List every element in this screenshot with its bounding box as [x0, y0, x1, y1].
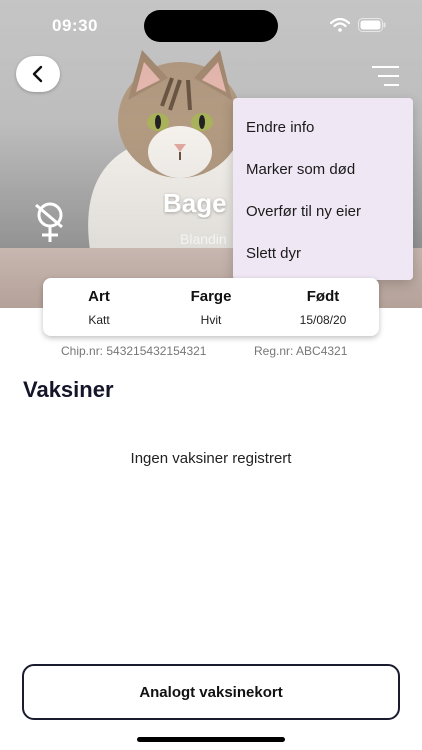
chip-number: Chip.nr: 543215432154321 [61, 344, 207, 358]
info-born: Født 15/08/20 [267, 278, 379, 336]
info-label: Art [88, 288, 110, 305]
camera-notch [144, 10, 278, 42]
info-value: Hvit [200, 313, 222, 327]
menu-icon[interactable] [368, 62, 402, 90]
info-label: Farge [190, 288, 232, 305]
info-value: 15/08/20 [299, 313, 347, 327]
chevron-left-icon [32, 65, 43, 83]
wifi-icon [330, 18, 350, 32]
vaccines-empty-message: Ingen vaksiner registrert [130, 450, 292, 467]
vaccines-title: Vaksiner [23, 377, 114, 402]
pet-name: Bage [163, 188, 227, 218]
status-time: 09:30 [52, 16, 98, 35]
pet-info-card: Art Katt Farge Hvit Født 15/08/20 [43, 278, 379, 336]
female-gender-icon [35, 202, 63, 242]
info-value: Katt [88, 313, 110, 327]
registration-number: Reg.nr: ABC4321 [254, 344, 348, 358]
battery-icon [358, 18, 386, 32]
info-color: Farge Hvit [155, 278, 267, 336]
menu-item-transfer-owner[interactable]: Overfør til ny eier [233, 190, 413, 232]
back-button[interactable] [16, 56, 60, 92]
menu-item-edit-info[interactable]: Endre info [233, 106, 413, 148]
info-species: Art Katt [43, 278, 155, 336]
info-label: Født [306, 288, 340, 305]
analog-vaccine-card-button[interactable]: Analogt vaksinekort [22, 664, 400, 720]
pet-breed: Blandin [180, 231, 227, 247]
options-menu: Endre info Marker som død Overfør til ny… [233, 98, 413, 280]
menu-item-delete-animal[interactable]: Slett dyr [233, 232, 413, 274]
home-indicator [137, 737, 285, 742]
menu-item-mark-deceased[interactable]: Marker som død [233, 148, 413, 190]
